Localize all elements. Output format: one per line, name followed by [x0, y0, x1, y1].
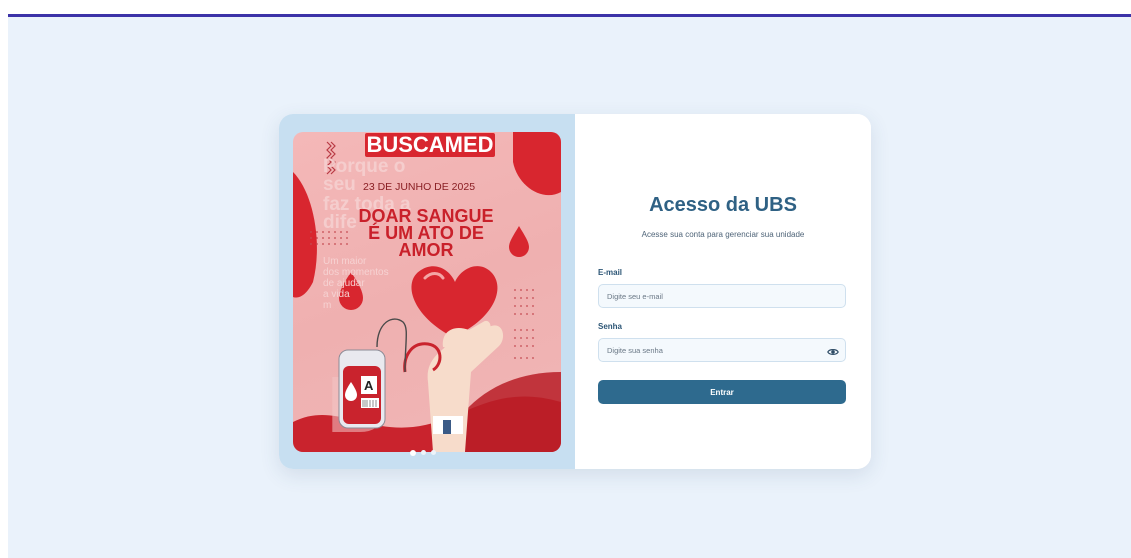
password-label: Senha — [598, 322, 623, 331]
poster-faded-text-2: seu — [323, 174, 356, 195]
poster-faded-small-5: m — [323, 300, 332, 311]
page-background: B A — [8, 14, 1131, 558]
poster-faded-small-3: de ajudar — [323, 278, 365, 289]
carousel-dot-3[interactable] — [431, 450, 436, 455]
poster-faded-small-4: a vida — [323, 289, 350, 300]
carousel-dot-2[interactable] — [421, 450, 426, 455]
login-card: B A — [279, 114, 871, 469]
poster-brand: BUSCAMED — [365, 132, 495, 157]
carousel-dot-1[interactable] — [410, 449, 416, 456]
submit-button[interactable]: Entrar — [598, 380, 846, 404]
password-field[interactable] — [598, 338, 846, 362]
email-label: E-mail — [598, 268, 623, 277]
email-field[interactable] — [598, 284, 846, 308]
page-subtitle: Acesse sua conta para gerenciar sua unid… — [641, 230, 805, 239]
page-title: Acesso da UBS — [649, 194, 797, 216]
eye-icon[interactable] — [827, 344, 839, 355]
poster-date: 23 DE JUNHO DE 2025 — [363, 181, 476, 193]
poster-headline-3: AMOR — [398, 240, 454, 260]
poster-faded-small-2: dos momentos — [323, 267, 389, 278]
promo-poster: B A — [293, 132, 561, 452]
promo-panel: B A — [279, 114, 575, 469]
poster-faded-small-1: Um maior — [323, 256, 367, 267]
login-form-panel: Acesso da UBS Acesse sua conta para gere… — [575, 114, 871, 469]
svg-text:A: A — [364, 378, 374, 393]
